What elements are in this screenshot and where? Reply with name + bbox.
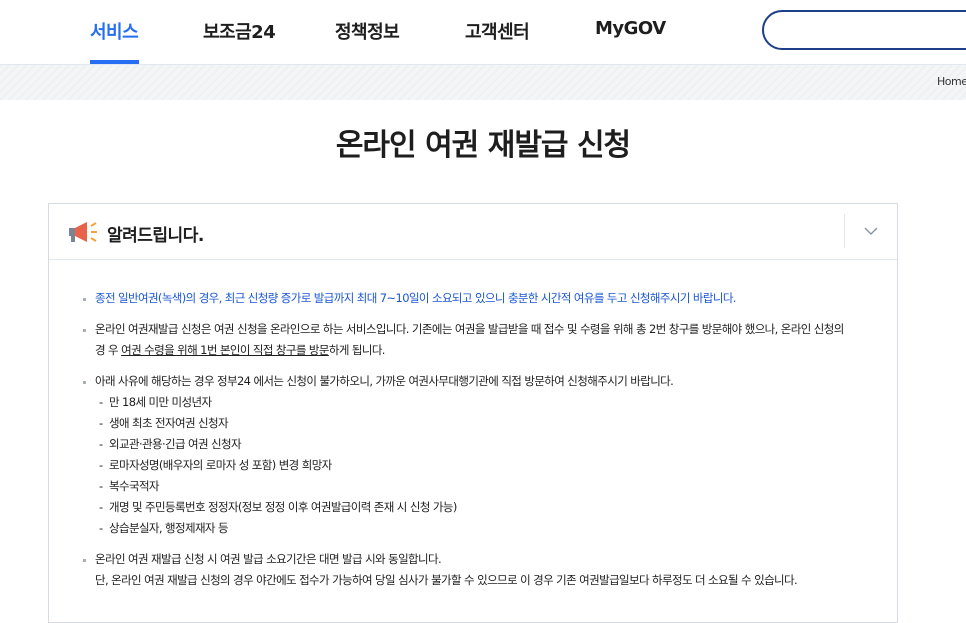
- notice-list: 종전 일반여권(녹색)의 경우, 최근 신청량 증가로 발급까지 최대 7~10…: [83, 288, 853, 591]
- notice-text: 온라인 여권 재발급 신청 시 여권 발급 소요기간은 대면 발급 시와 동일합…: [95, 552, 442, 566]
- list-item: - 개명 및 주민등록번호 정정자(정보 정정 이후 여권발급이력 존재 시 신청…: [99, 500, 457, 514]
- list-item: - 상습분실자, 행정제재자 등: [99, 521, 229, 535]
- breadcrumb-home-link[interactable]: Home: [937, 75, 966, 88]
- search-box[interactable]: [762, 10, 966, 50]
- active-tab-indicator: [90, 60, 139, 64]
- notice-toggle-button[interactable]: [844, 214, 897, 248]
- notice-underlined-text: 여권 수령을 위해 1번 본인이 직접 창구를 방문: [121, 343, 329, 357]
- notice-header: 알려드립니다.: [49, 204, 897, 260]
- page-title: 온라인 여권 재발급 신청: [335, 128, 631, 163]
- notice-item-processing-delay: 종전 일반여권(녹색)의 경우, 최근 신청량 증가로 발급까지 최대 7~10…: [83, 288, 853, 309]
- breadcrumb-bar: Home: [0, 65, 966, 100]
- list-item: - 생애 최초 전자여권 신청자: [99, 416, 229, 430]
- global-nav: 서비스 보조금24 정책정보 고객센터 MyGOV: [0, 0, 966, 65]
- nav-item-subsidy24[interactable]: 보조금24: [203, 18, 276, 44]
- list-item: - 외교관·관용·긴급 여권 신청자: [99, 437, 242, 451]
- notice-item-service-intro: 온라인 여권재발급 신청은 여권 신청을 온라인으로 하는 서비스입니다. 기존…: [83, 319, 853, 361]
- notice-heading: 알려드립니다.: [107, 226, 204, 246]
- list-item: - 복수국적자: [99, 479, 160, 493]
- chevron-down-icon: [864, 227, 878, 235]
- notice-item-ineligible: 아래 사유에 해당하는 경우 정부24 에서는 신청이 불가하오니, 가까운 여…: [83, 371, 853, 392]
- notice-text: 단, 온라인 여권 재발급 신청의 경우 야간에도 접수가 가능하여 당일 심사…: [95, 573, 798, 587]
- nav-item-services[interactable]: 서비스: [90, 18, 139, 44]
- notice-text: 하게 됩니다.: [328, 343, 386, 357]
- list-item: - 로마자성명(배우자의 로마자 성 포함) 변경 희망자: [99, 458, 332, 472]
- notice-item-processing-time: 온라인 여권 재발급 신청 시 여권 발급 소요기간은 대면 발급 시와 동일합…: [83, 549, 853, 591]
- nav-item-mygov[interactable]: MyGOV: [595, 18, 666, 39]
- nav-item-customer-center[interactable]: 고객센터: [465, 18, 530, 44]
- search-input[interactable]: [780, 12, 966, 50]
- list-item: -만 18세 미만 미성년자: [99, 395, 212, 409]
- nav-item-policy-info[interactable]: 정책정보: [335, 18, 400, 44]
- notice-panel: 알려드립니다. 종전 일반여권(녹색)의 경우, 최근 신청량 증가로 발급까지…: [48, 203, 898, 623]
- notice-text: 우: [108, 343, 122, 357]
- megaphone-icon: [66, 220, 100, 248]
